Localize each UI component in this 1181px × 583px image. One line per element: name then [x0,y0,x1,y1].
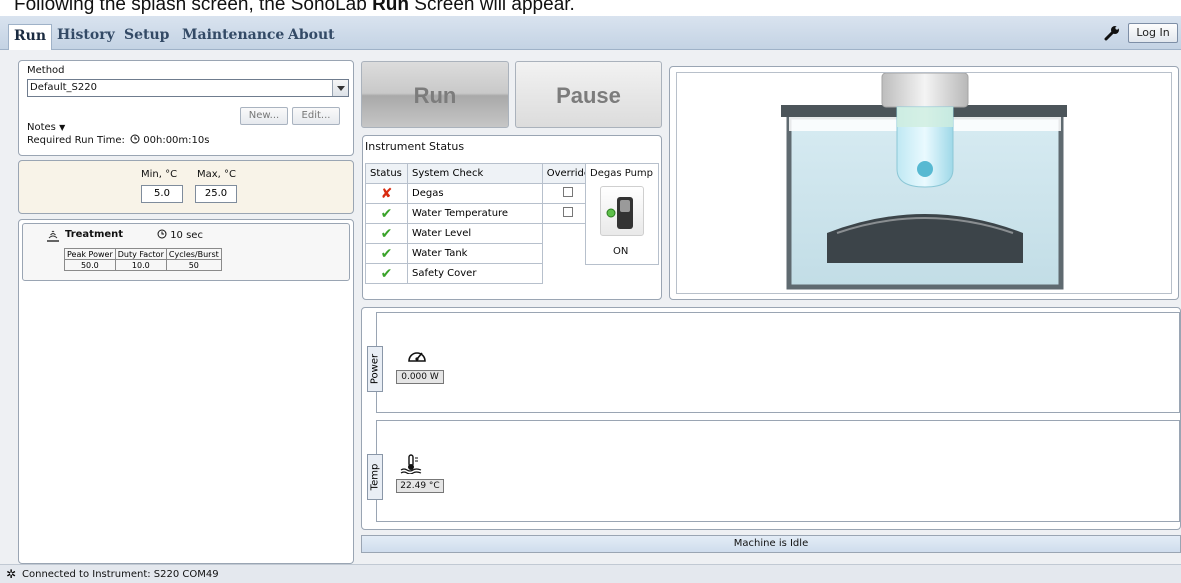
sonolab-window: Run History Setup Maintenance About Log … [0,16,1181,583]
check-degas: Degas [407,183,543,204]
edit-method-button[interactable]: Edit... [292,107,340,125]
treatment-duration: 10 sec [157,229,203,241]
instrument-illustration-panel [669,66,1179,300]
clock-icon [130,134,140,144]
clock-icon [157,229,167,239]
cycles-burst-header: Cycles/Burst [165,248,222,260]
check-water-level: Water Level [407,223,543,244]
min-temp-label: Min, °C [141,169,178,180]
table-row: ✔ Water Temperature [365,203,596,224]
ok-check-icon: ✔ [380,205,393,222]
power-value: 0.000 W [396,370,444,384]
degas-pump-switch[interactable] [600,186,644,236]
chevron-down-icon[interactable] [332,80,348,96]
min-temp-field[interactable]: 5.0 [141,185,183,203]
table-row: ✔ Water Tank [365,243,595,264]
pause-button[interactable]: Pause [515,61,662,128]
check-water-tank: Water Tank [407,243,543,264]
ok-check-icon: ✔ [380,225,393,242]
method-select[interactable]: Default_S220 [27,79,349,97]
fail-x-icon: ✘ [380,185,393,202]
method-select-value: Default_S220 [30,82,97,93]
tab-run[interactable]: Run [8,24,52,50]
cycles-burst-value: 50 [165,259,222,271]
treatment-params-table: Peak Power Duty Factor Cycles/Burst 50.0… [64,248,222,271]
wrench-icon[interactable] [1104,25,1120,41]
treatment-list-panel: Treatment 10 sec Peak Power Duty Factor … [18,219,354,564]
ok-check-icon: ✔ [380,265,393,282]
degas-pump-state: ON [613,246,629,257]
check-water-temperature: Water Temperature [407,203,543,224]
override-water-temperature-checkbox[interactable] [563,207,574,217]
system-check-header: System Check [407,163,543,184]
override-degas-checkbox[interactable] [563,187,574,197]
new-method-button[interactable]: New... [240,107,288,125]
treatment-label: Treatment [65,229,124,240]
ultrasound-icon [47,230,59,242]
connection-status-bar: ✲ Connected to Instrument: S220 COM49 [0,564,1181,583]
peak-power-value: 50.0 [64,259,116,271]
sonicator-tank-image [781,72,1067,290]
status-header: Status [365,163,408,184]
instrument-status-title: Instrument Status [365,140,465,153]
method-label: Method [27,65,65,76]
system-check-table: Status System Check Override ✘ Degas ✔ W… [365,163,596,284]
power-tab[interactable]: Power [367,346,383,392]
tab-setup[interactable]: Setup [119,24,174,50]
connection-status-text: Connected to Instrument: S220 COM49 [22,569,219,580]
max-temp-label: Max, °C [197,169,237,180]
degas-pump-box: Degas Pump ON [585,163,659,265]
temp-tab[interactable]: Temp [367,454,383,500]
method-panel: Method Default_S220 New... Edit... Notes… [18,60,354,156]
peak-power-header: Peak Power [64,248,116,260]
max-temp-field[interactable]: 25.0 [195,185,237,203]
login-button[interactable]: Log In [1128,23,1178,43]
duty-factor-value: 10.0 [114,259,167,271]
ok-check-icon: ✔ [380,245,393,262]
thermometer-icon [400,454,422,474]
monitor-panel: Power 0.000 W Temp 22.49 °C [361,307,1181,530]
gear-icon[interactable]: ✲ [6,567,16,581]
duty-factor-header: Duty Factor [114,248,167,260]
power-monitor [376,312,1180,413]
run-button[interactable]: Run [361,61,509,128]
table-row: ✔ Water Level [365,223,595,244]
triangle-down-icon: ▼ [59,123,66,132]
tab-maintenance[interactable]: Maintenance [177,24,289,50]
degas-pump-title: Degas Pump [590,168,653,179]
gauge-icon [408,352,426,362]
check-safety-cover: Safety Cover [407,263,543,284]
toggle-switch-icon [606,197,633,229]
machine-status-bar: Machine is Idle [361,535,1181,553]
temperature-limits-panel: Min, °C Max, °C 5.0 25.0 [18,160,354,214]
temperature-monitor [376,420,1180,522]
caption-text: Following the splash screen, the SonoLab… [14,0,575,15]
table-row: ✔ Safety Cover [365,263,595,284]
tab-about[interactable]: About [283,24,340,50]
menu-bar: Run History Setup Maintenance About Log … [0,16,1181,50]
tab-history[interactable]: History [52,24,120,50]
table-row: ✘ Degas [365,183,596,204]
instrument-status-panel: Instrument Status Status System Check Ov… [362,135,662,300]
treatment-item[interactable]: Treatment 10 sec Peak Power Duty Factor … [22,223,350,281]
required-run-time: Required Run Time: 00h:00m:10s [27,134,210,146]
instrument-illustration [676,72,1172,294]
temperature-value: 22.49 °C [396,479,444,493]
notes-toggle[interactable]: Notes ▼ [27,122,65,133]
